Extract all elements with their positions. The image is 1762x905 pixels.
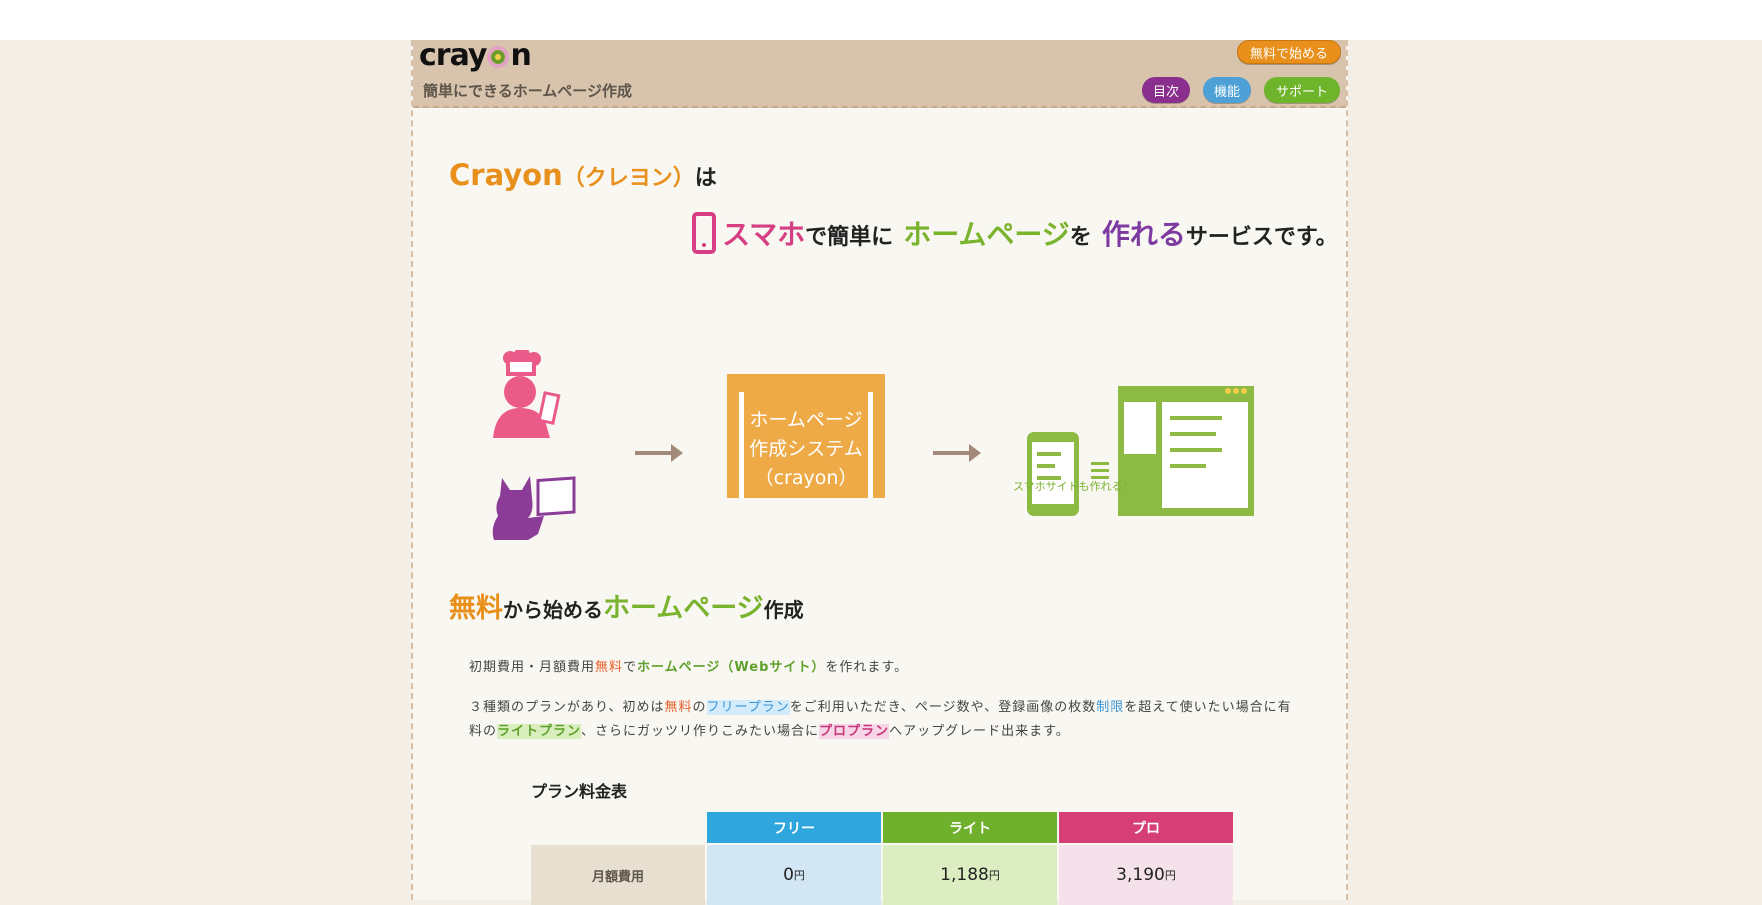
- logo-o-icon: [487, 46, 510, 68]
- smartphone-site-icon: [1027, 432, 1109, 516]
- start-free-button[interactable]: 無料で始める: [1237, 40, 1341, 64]
- p2-free: 無料: [664, 700, 693, 715]
- p2-text-a: ３種類のプランがあり、初めは: [469, 700, 665, 715]
- price-pro: 3,190 円: [1059, 845, 1233, 905]
- arrow-right-icon: [635, 444, 683, 462]
- site-tagline: 簡単にできるホームページ作成: [423, 82, 632, 100]
- price-lite: 1,188 円: [883, 845, 1057, 905]
- smartphone-site-caption: スマホサイトも作れる！: [1013, 480, 1134, 493]
- smartphone-icon: [692, 212, 716, 254]
- section-title-homepage: ホームページ: [603, 593, 764, 624]
- hero-de-kantan: で簡単に: [805, 225, 894, 250]
- site-header: cray n 簡単にできるホームページ作成 無料で始める 目次 機能 サポート: [413, 38, 1346, 108]
- p2-text-e: 、さらにガッツリ作りこみたい場合に: [581, 724, 820, 739]
- price-unit: 円: [793, 869, 805, 882]
- section-title-mid: から始める: [503, 598, 603, 622]
- intro-paragraph-2: ３種類のプランがあり、初めは無料のフリープランをご利用いただき、ページ数や、登録…: [469, 696, 1299, 744]
- hero-tsukureru: 作れる: [1101, 218, 1186, 251]
- p1-text-a: 初期費用・月額費用: [469, 660, 596, 675]
- hero-sumaho: スマホ: [722, 218, 806, 251]
- pricing-table-title: プラン料金表: [531, 782, 628, 801]
- hero-service: サービスです。: [1185, 225, 1338, 250]
- section-title: 無料から始めるホームページ作成: [449, 586, 804, 625]
- p2-limit: 制限: [1096, 700, 1125, 715]
- nav-toc-button[interactable]: 目次: [1142, 77, 1190, 103]
- hero-subtitle: スマホで簡単に ホームページを 作れるサービスです。: [692, 212, 1338, 254]
- pc-website-icon: [1118, 386, 1254, 516]
- section-title-free: 無料: [449, 593, 503, 624]
- hero-homepage: ホームページ: [903, 218, 1070, 251]
- price-free-value: 0: [783, 865, 794, 885]
- price-pro-value: 3,190: [1116, 865, 1165, 885]
- section-title-end: 作成: [763, 598, 804, 622]
- box-line-3: （crayon）: [754, 467, 858, 489]
- price-unit: 円: [988, 869, 1000, 882]
- price-free: 0円: [707, 845, 881, 905]
- pricing-col-free: フリー: [707, 812, 881, 843]
- p1-text-c: を作れます。: [825, 660, 909, 675]
- intro-paragraph-1: 初期費用・月額費用無料でホームページ（Webサイト）を作れます。: [469, 656, 908, 675]
- p2-free-plan: フリープラン: [706, 700, 790, 715]
- pricing-row-monthly: 月額費用: [531, 845, 705, 905]
- homepage-system-box: ホームページ 作成システム （crayon）: [727, 374, 885, 498]
- hero-title: Crayon（クレヨン）は: [449, 158, 717, 192]
- p1-free: 無料: [595, 660, 624, 675]
- chef-user-icon: [493, 350, 561, 438]
- p2-lite-plan: ライトプラン: [497, 724, 582, 739]
- hero-brand-kana: （クレヨン）: [562, 166, 695, 191]
- price-lite-value: 1,188: [940, 865, 989, 885]
- p2-pro-plan: プロプラン: [819, 724, 890, 739]
- p2-text-c: をご利用いただき、ページ数や、登録画像の枚数: [789, 700, 1097, 715]
- pricing-col-pro: プロ: [1059, 812, 1233, 843]
- p2-text-b: の: [692, 700, 707, 715]
- hero-ha: は: [694, 166, 717, 191]
- nav-support-button[interactable]: サポート: [1264, 77, 1340, 103]
- crayon-logo[interactable]: cray n: [419, 38, 532, 73]
- hero-brand: Crayon: [449, 158, 563, 192]
- concept-diagram: ホームページ 作成システム （crayon）: [413, 300, 1346, 550]
- box-line-1: ホームページ: [749, 409, 863, 431]
- browser-top-bar: [0, 0, 1762, 40]
- pricing-col-lite: ライト: [883, 812, 1057, 843]
- price-unit: 円: [1164, 869, 1176, 882]
- arrow-right-icon: [933, 444, 981, 462]
- page-container: cray n 簡単にできるホームページ作成 無料で始める 目次 機能 サポート C…: [411, 38, 1348, 905]
- p1-homepage: ホームページ（Webサイト）: [637, 660, 826, 675]
- p2-text-f: へアップグレード出来ます。: [889, 724, 1070, 739]
- p1-text-b: で: [623, 660, 638, 675]
- nav-features-button[interactable]: 機能: [1203, 77, 1251, 103]
- box-line-2: 作成システム: [749, 438, 863, 460]
- hero-wo: を: [1069, 225, 1092, 250]
- cat-user-icon: [492, 476, 576, 540]
